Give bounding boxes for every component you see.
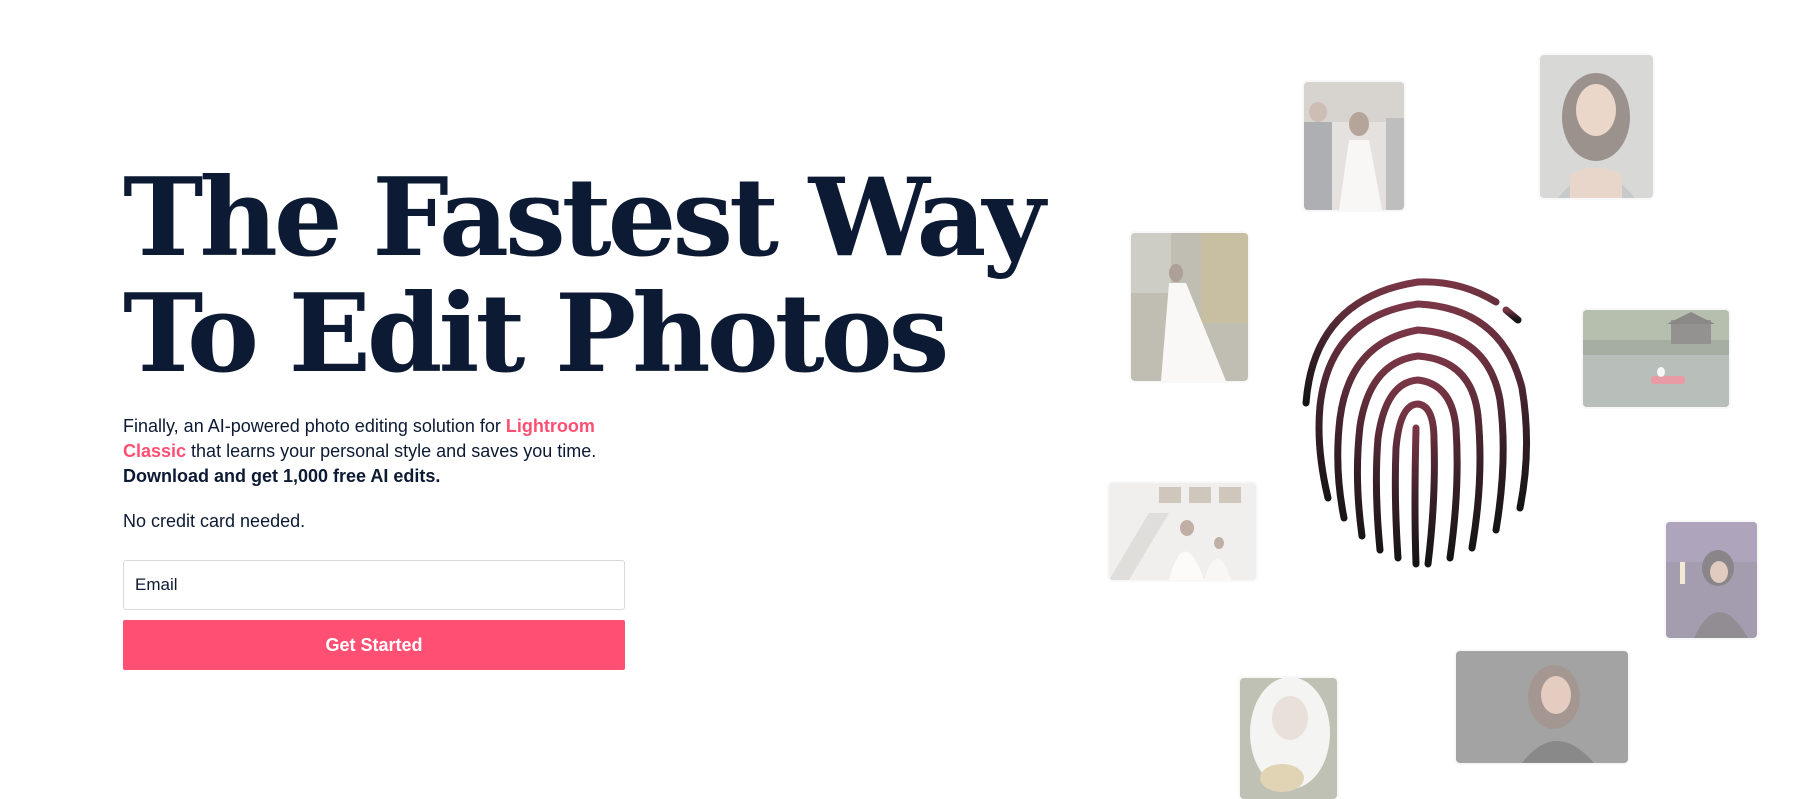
photo-bride-garden: [1131, 233, 1248, 381]
headline-line-2: To Edit Photos: [123, 271, 949, 397]
description-prefix: Finally, an AI-powered photo editing sol…: [123, 416, 506, 436]
description-suffix: that learns your personal style and save…: [186, 441, 597, 461]
photo-wedding-ceremony: [1304, 82, 1404, 210]
photo-woman-toast: [1666, 522, 1757, 638]
hero-section: The Fastest Way To Edit Photos Finally, …: [123, 155, 1045, 670]
free-edits-offer: Download and get 1,000 free AI edits.: [123, 466, 441, 486]
page-title: The Fastest Way To Edit Photos: [123, 155, 1045, 397]
get-started-button[interactable]: Get Started: [123, 620, 625, 670]
no-credit-card-note: No credit card needed.: [123, 511, 306, 531]
photo-lake-cabin: [1583, 310, 1729, 407]
photo-bride-veil: [1240, 678, 1337, 799]
fingerprint-icon: [1300, 268, 1536, 568]
photo-woman-smiling: [1456, 651, 1628, 763]
headline-line-1: The Fastest Way: [123, 155, 1045, 281]
photo-bride-staircase: [1109, 483, 1256, 580]
hero-description: Finally, an AI-powered photo editing sol…: [123, 414, 643, 489]
email-field[interactable]: [123, 560, 625, 610]
photo-bride-portrait: [1540, 55, 1653, 198]
